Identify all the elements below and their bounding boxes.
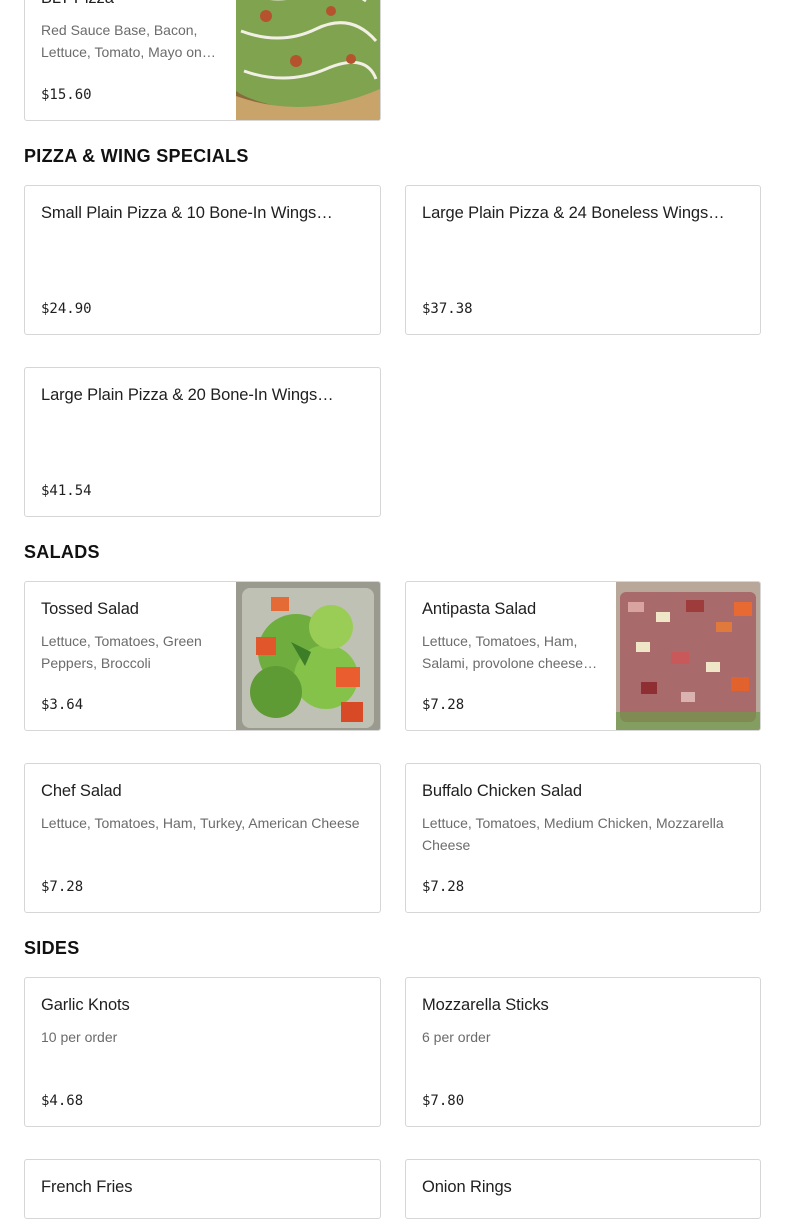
menu-item-description: Lettuce, Tomatoes, Ham, Salami, provolon… xyxy=(422,633,598,671)
menu-item-description: Lettuce, Tomatoes, Green Peppers, Brocco… xyxy=(41,633,202,671)
menu-item-card-mozzarella-sticks[interactable]: Mozzarella Sticks 6 per order $7.80 xyxy=(405,977,761,1127)
menu-item-name: Antipasta Salad xyxy=(422,600,537,618)
menu-item-description: Red Sauce Base, Bacon, Lettuce, Tomato, … xyxy=(41,22,216,60)
menu-item-name: Mozzarella Sticks xyxy=(422,996,549,1014)
menu-item-name: Large Plain Pizza & 20 Bone-In Wings… xyxy=(41,386,334,404)
menu-item-name: Onion Rings xyxy=(422,1178,512,1196)
menu-item-name: Chef Salad xyxy=(41,782,122,800)
menu-item-card-garlic-knots[interactable]: Garlic Knots 10 per order $4.68 xyxy=(24,977,381,1127)
menu-item-card-large-plain-pizza-20-wings[interactable]: Large Plain Pizza & 20 Bone-In Wings… $4… xyxy=(24,367,381,517)
menu-item-card-buffalo-chicken-salad[interactable]: Buffalo Chicken Salad Lettuce, Tomatoes,… xyxy=(405,763,761,913)
menu-item-name: BLT Pizza xyxy=(41,0,114,8)
menu-item-price: $41.54 xyxy=(41,483,92,499)
menu-item-price: $7.80 xyxy=(422,1093,465,1109)
antipasta-salad-image xyxy=(616,582,760,730)
section-title-pizza-wing-specials: PIZZA & WING SPECIALS xyxy=(24,146,249,166)
menu-item-price: $4.68 xyxy=(41,1093,84,1109)
menu-item-name: Tossed Salad xyxy=(41,600,139,618)
menu-item-price: $37.38 xyxy=(422,301,473,317)
menu-item-price: $7.28 xyxy=(422,697,465,713)
menu-item-price: $7.28 xyxy=(422,879,465,895)
menu-item-card-antipasta-salad[interactable]: Antipasta Salad Lettuce, Tomatoes, Ham, … xyxy=(405,581,761,731)
menu-item-card-small-plain-pizza-10-wings[interactable]: Small Plain Pizza & 10 Bone-In Wings… $2… xyxy=(24,185,381,335)
menu-item-price: $15.60 xyxy=(41,87,92,103)
section-title-sides: SIDES xyxy=(24,938,80,958)
menu-item-description: 6 per order xyxy=(422,1029,491,1045)
menu-item-price: $7.28 xyxy=(41,879,84,895)
menu-item-card-french-fries[interactable]: French Fries xyxy=(24,1159,381,1219)
menu-item-name: Garlic Knots xyxy=(41,996,130,1014)
pizza-image xyxy=(236,0,380,120)
menu-item-name: Buffalo Chicken Salad xyxy=(422,782,582,800)
menu-item-description: 10 per order xyxy=(41,1029,118,1045)
tossed-salad-image xyxy=(236,582,380,730)
menu-item-card-onion-rings[interactable]: Onion Rings xyxy=(405,1159,761,1219)
menu-item-card-tossed-salad[interactable]: Tossed Salad Lettuce, Tomatoes, Green Pe… xyxy=(24,581,381,731)
menu-item-name: French Fries xyxy=(41,1178,133,1196)
menu-item-card-blt-pizza[interactable]: BLT Pizza Red Sauce Base, Bacon, Lettuce… xyxy=(24,0,381,121)
menu-item-description: Lettuce, Tomatoes, Medium Chicken, Mozza… xyxy=(422,815,724,853)
menu-item-name: Large Plain Pizza & 24 Boneless Wings… xyxy=(422,204,725,222)
menu-item-card-chef-salad[interactable]: Chef Salad Lettuce, Tomatoes, Ham, Turke… xyxy=(24,763,381,913)
section-title-salads: SALADS xyxy=(24,542,100,562)
menu-item-price: $24.90 xyxy=(41,301,92,317)
menu-item-description: Lettuce, Tomatoes, Ham, Turkey, American… xyxy=(41,815,360,831)
menu-item-card-large-plain-pizza-24-boneless[interactable]: Large Plain Pizza & 24 Boneless Wings… $… xyxy=(405,185,761,335)
menu-item-name: Small Plain Pizza & 10 Bone-In Wings… xyxy=(41,204,333,222)
menu-item-price: $3.64 xyxy=(41,697,84,713)
